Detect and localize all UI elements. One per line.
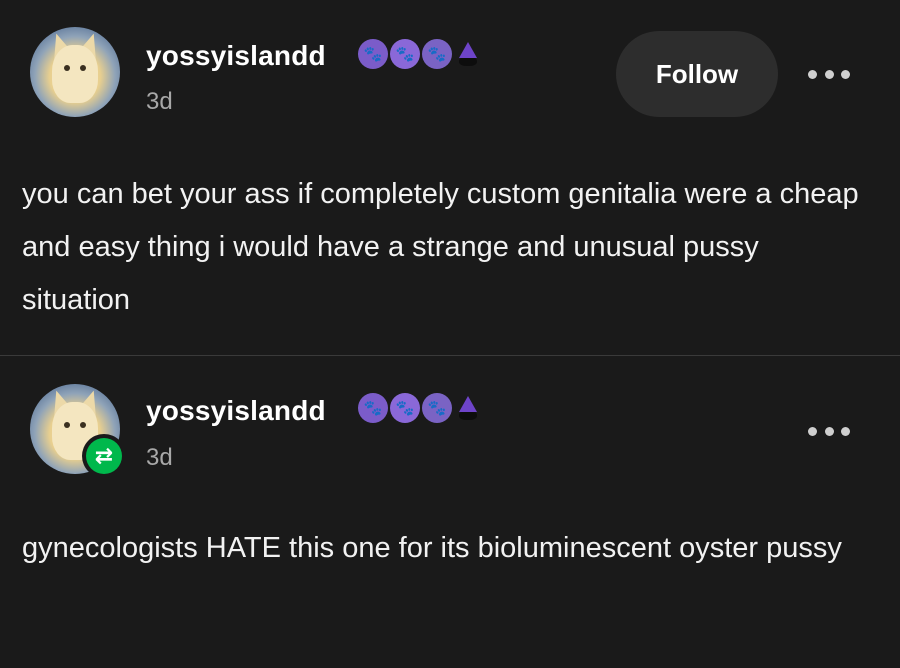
badge-list-2: 🐾 🐾 🐾 <box>358 392 484 424</box>
post-timestamp[interactable]: 3d <box>146 88 173 116</box>
follow-button[interactable]: Follow <box>616 31 778 117</box>
orange-paw-badge-icon[interactable]: 🐾 <box>358 393 388 423</box>
pink-paw-badge-icon[interactable]: 🐾 <box>390 393 420 423</box>
post-1: yossyislandd 🐾 🐾 🐾 3d Follow you can bet… <box>0 0 900 355</box>
post-timestamp-2[interactable]: 3d <box>146 444 173 472</box>
post-username-2[interactable]: yossyislandd <box>146 395 326 427</box>
witch-cat-badge-icon[interactable] <box>454 393 482 423</box>
post-body-text-2: gynecologists HATE this one for its biol… <box>22 532 842 564</box>
more-options-icon[interactable] <box>808 67 850 81</box>
gray-paw-badge-icon[interactable]: 🐾 <box>422 39 452 69</box>
post-divider <box>0 355 900 356</box>
badge-list: 🐾 🐾 🐾 <box>358 38 484 70</box>
reblog-icon: ⇄ <box>86 438 122 474</box>
pink-paw-badge-icon[interactable]: 🐾 <box>390 39 420 69</box>
reblog-badge: ⇄ <box>82 434 126 478</box>
post-body-text: you can bet your ass if completely custo… <box>22 178 859 316</box>
orange-paw-badge-icon[interactable]: 🐾 <box>358 39 388 69</box>
gray-paw-badge-icon[interactable]: 🐾 <box>422 393 452 423</box>
user-avatar[interactable] <box>30 27 120 117</box>
post-username[interactable]: yossyislandd <box>146 40 326 72</box>
more-options-icon-2[interactable] <box>808 424 850 438</box>
witch-cat-badge-icon[interactable] <box>454 39 482 69</box>
